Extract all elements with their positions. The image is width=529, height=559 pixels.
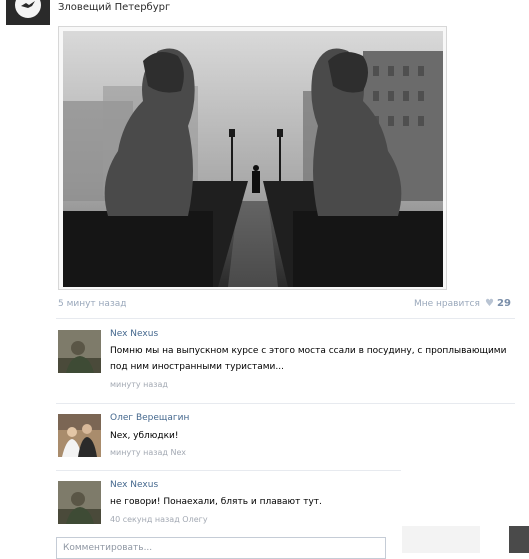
post-photo-frame[interactable] — [58, 26, 447, 290]
post-time[interactable]: 5 минут назад — [58, 299, 126, 309]
group-avatar[interactable] — [6, 0, 50, 25]
like-count[interactable]: 29 — [497, 298, 511, 309]
bird-icon — [21, 1, 35, 8]
avatar-image — [58, 330, 101, 373]
comment-avatar[interactable] — [58, 414, 101, 457]
comment-time[interactable]: 40 секунд назад Олегу — [110, 515, 208, 524]
comment-avatar[interactable] — [58, 330, 101, 373]
post-photo[interactable] — [63, 31, 443, 287]
comment-time[interactable]: минуту назад — [110, 380, 168, 389]
avatar-image — [58, 481, 101, 524]
divider — [56, 318, 515, 319]
panel-edge — [402, 526, 480, 553]
panel-edge-dark — [509, 526, 529, 553]
comment-text-line2: под ним иностранными туристами... — [110, 362, 284, 372]
comment-text: не говори! Понаехали, блять и плавают ту… — [110, 497, 322, 507]
comment-input[interactable]: Комментировать... — [56, 537, 386, 559]
group-name[interactable]: Зловещий Петербург — [58, 2, 170, 13]
comment-avatar[interactable] — [58, 481, 101, 524]
comment-time[interactable]: минуту назад Nex — [110, 448, 186, 457]
divider — [56, 403, 515, 404]
comment-author[interactable]: Nex Nexus — [110, 329, 158, 339]
comment-text-line1: Помню мы на выпускном курсе с этого мост… — [110, 346, 507, 356]
heart-icon[interactable]: ♥ — [485, 298, 494, 309]
divider — [56, 470, 401, 471]
like-button-label[interactable]: Мне нравится — [414, 299, 480, 309]
comment-text: Nex, ублюдки! — [110, 431, 179, 441]
comment-author[interactable]: Олег Верещагин — [110, 413, 189, 423]
avatar-image — [58, 414, 101, 457]
comment-author[interactable]: Nex Nexus — [110, 480, 158, 490]
